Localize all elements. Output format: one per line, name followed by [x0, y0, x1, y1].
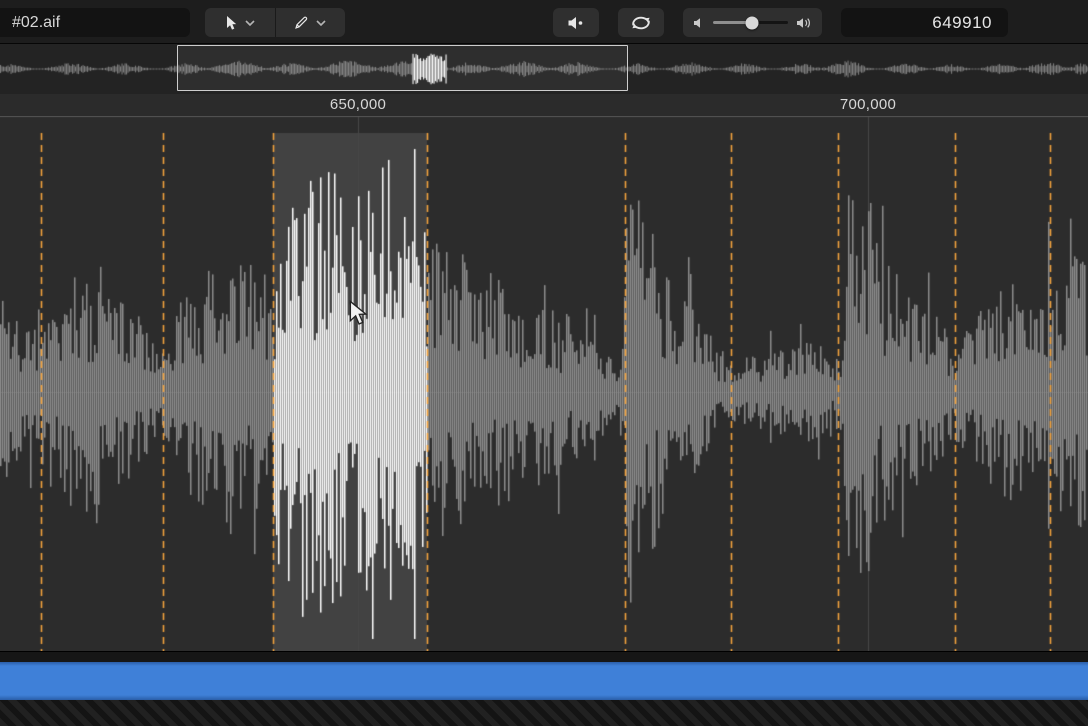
- pencil-tool-button[interactable]: [274, 8, 346, 37]
- volume-slider[interactable]: [713, 16, 788, 29]
- cycle-button[interactable]: [618, 8, 664, 37]
- waveform-display[interactable]: [0, 116, 1088, 651]
- bottom-divider-strip: [0, 651, 1088, 662]
- visible-area-rectangle[interactable]: [177, 45, 628, 91]
- audio-file-editor-window: #02.aif 649910 650,000 700,000: [0, 0, 1088, 726]
- position-counter-value: 649910: [932, 12, 992, 32]
- pencil-icon: [294, 15, 309, 30]
- chevron-down-icon: [245, 19, 255, 26]
- ruler-label: 700,000: [839, 96, 897, 113]
- filename-tab[interactable]: #02.aif: [0, 8, 190, 37]
- volume-control: [683, 8, 822, 37]
- volume-slider-knob[interactable]: [745, 16, 759, 29]
- prelisten-button[interactable]: [553, 8, 599, 37]
- horizontal-scrollbar[interactable]: [0, 662, 1088, 700]
- speaker-dot-icon: [567, 16, 585, 30]
- toolbar: #02.aif 649910: [0, 0, 1088, 44]
- ruler-label: 650,000: [329, 96, 387, 113]
- filename-label: #02.aif: [12, 13, 61, 31]
- pointer-arrow-icon: [224, 15, 238, 31]
- tool-selector-group: [205, 8, 345, 37]
- position-counter[interactable]: 649910: [841, 8, 1008, 37]
- sample-ruler[interactable]: 650,000 700,000: [0, 94, 1088, 116]
- pointer-tool-button[interactable]: [205, 8, 275, 37]
- window-resize-area: [0, 700, 1088, 726]
- overview-strip: [0, 44, 1088, 94]
- loop-arrows-icon: [629, 14, 653, 32]
- speaker-waves-icon: [796, 17, 812, 29]
- chevron-down-icon: [316, 19, 326, 26]
- main-waveform-canvas[interactable]: [0, 116, 1088, 651]
- speaker-low-icon: [693, 17, 705, 29]
